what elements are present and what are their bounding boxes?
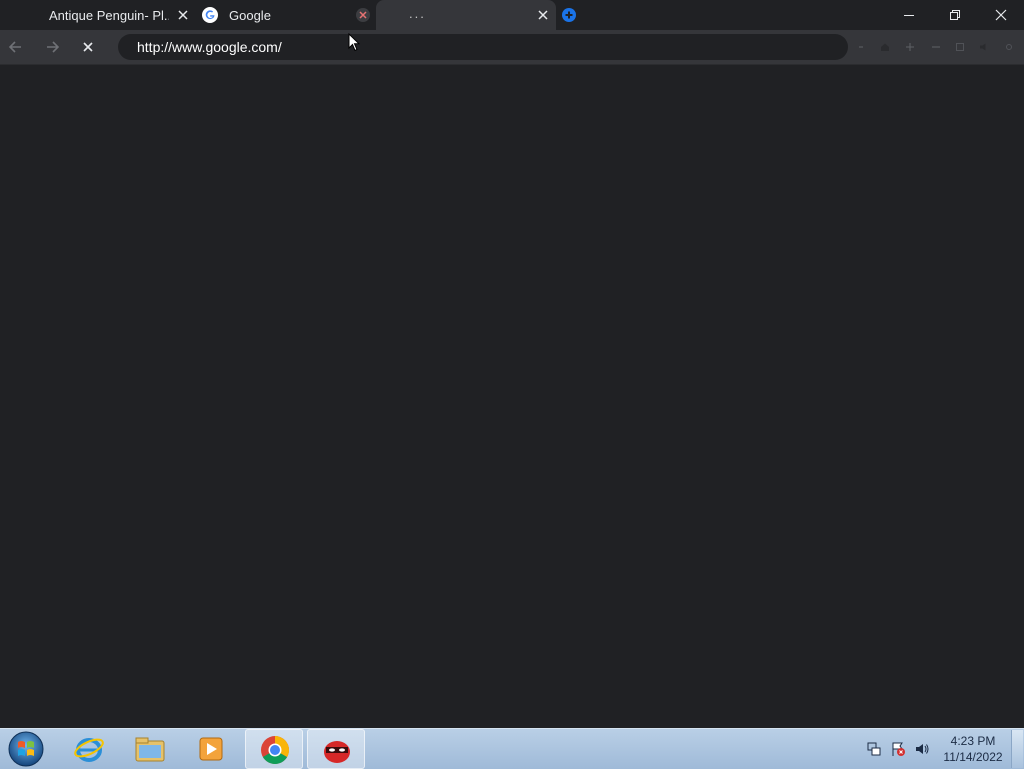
chrome-icon [261,736,289,764]
network-icon[interactable] [866,741,882,757]
arrow-right-icon [47,41,60,53]
speaker-icon[interactable] [978,41,990,53]
new-tab-button[interactable] [562,8,576,22]
minus-icon[interactable] [930,41,942,53]
close-icon [83,42,93,52]
close-tab-icon[interactable] [356,8,370,22]
file-explorer-icon [135,737,165,762]
media-player-icon [199,737,223,761]
square-icon[interactable] [954,41,966,53]
minimize-icon [904,15,914,16]
taskbar-clock[interactable]: 4:23 PM 11/14/2022 [938,733,1008,765]
page-content-area[interactable] [0,65,1024,728]
close-tab-icon[interactable] [536,8,550,22]
tab-strip: Antique Penguin- Pl... Google ... [0,0,1024,30]
plus-circle-icon [565,11,573,19]
tab-title: ... [409,6,426,21]
google-g-icon [202,7,218,23]
close-tab-icon[interactable] [176,8,190,22]
dropdown-icon[interactable] [855,41,867,53]
ninja-app-icon [324,741,350,763]
tab-antique-penguin[interactable]: Antique Penguin- Pl... [36,0,196,30]
address-bar[interactable]: http://www.google.com/ [118,34,848,60]
tab-active-loading[interactable]: ... [376,0,556,30]
taskbar-chrome[interactable] [245,729,303,769]
clock-time: 4:23 PM [950,734,996,748]
mouse-cursor-icon [348,33,360,52]
start-orb-icon [8,731,44,767]
menu-icon[interactable] [1003,41,1015,53]
taskbar-ninja-app[interactable] [307,729,365,769]
taskbar-media-player[interactable] [182,729,240,769]
restore-window-button[interactable] [932,0,978,30]
close-icon [995,9,1007,21]
action-center-flag-icon[interactable] [890,741,906,757]
windows-taskbar: 4:23 PM 11/14/2022 [0,728,1024,769]
close-window-button[interactable] [978,0,1024,30]
minimize-window-button[interactable] [886,0,932,30]
tab-title: Antique Penguin- Pl... [49,8,169,23]
restore-icon [950,10,960,20]
browser-toolbar: http://www.google.com/ [0,30,1024,65]
stop-loading-button[interactable] [77,36,99,58]
plus-icon[interactable] [904,41,916,53]
home-icon[interactable] [879,41,891,53]
arrow-left-icon [8,41,21,53]
start-button[interactable] [6,730,46,768]
back-button[interactable] [5,36,27,58]
clock-date: 11/14/2022 [943,750,1003,764]
internet-explorer-icon [74,738,104,762]
url-text[interactable]: http://www.google.com/ [137,39,282,55]
show-desktop-button[interactable] [1011,730,1023,768]
taskbar-internet-explorer[interactable] [60,729,118,769]
forward-button[interactable] [41,36,63,58]
tab-title: Google [229,8,271,23]
taskbar-file-explorer[interactable] [121,729,179,769]
volume-icon[interactable] [914,741,930,757]
tab-google[interactable]: Google [196,0,376,30]
